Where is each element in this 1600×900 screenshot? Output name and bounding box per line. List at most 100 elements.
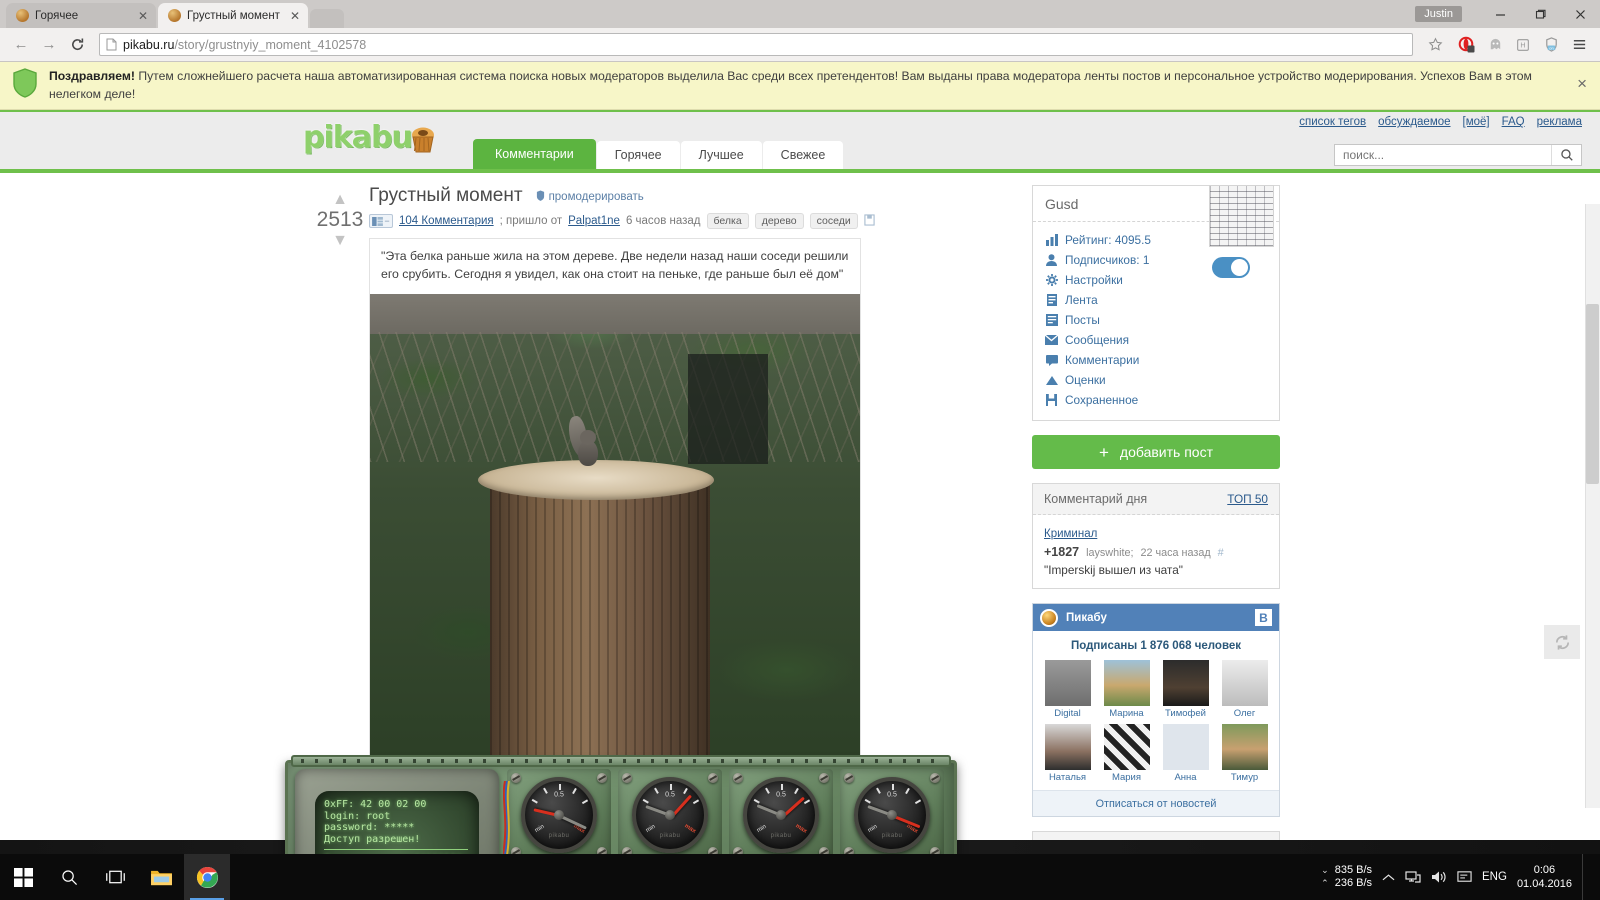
browser-tab-1[interactable]: Горячее ✕ bbox=[6, 3, 156, 28]
vk-badge-icon[interactable]: B bbox=[1255, 609, 1272, 627]
language-indicator[interactable]: ENG bbox=[1482, 871, 1507, 883]
post-tag[interactable]: белка bbox=[706, 213, 749, 230]
network-speed-indicator: ⌄ ⌃ 835 B/s 236 B/s bbox=[1321, 864, 1372, 890]
minimize-button[interactable] bbox=[1480, 0, 1520, 28]
page-scrollbar[interactable] bbox=[1585, 204, 1600, 809]
reload-icon[interactable] bbox=[64, 32, 90, 58]
cotd-top50-link[interactable]: ТОП 50 bbox=[1227, 492, 1268, 506]
new-tab-button[interactable] bbox=[310, 9, 344, 28]
header-top-links: список тегов обсуждаемое [моё] FAQ рекла… bbox=[1299, 116, 1582, 128]
vk-member[interactable]: Марина bbox=[1100, 660, 1153, 719]
clock[interactable]: 0:06 01.04.2016 bbox=[1517, 863, 1572, 891]
sidebar-item-posts[interactable]: Посты bbox=[1033, 310, 1279, 330]
meta-prefix: ; пришло от bbox=[499, 215, 563, 228]
pikabu-logo[interactable]: pikabu bbox=[303, 120, 440, 155]
cotd-author[interactable]: layswhite; bbox=[1086, 547, 1133, 559]
url-path: /story/grustnyiy_moment_4102578 bbox=[174, 37, 367, 52]
window-controls: Justin bbox=[1415, 0, 1600, 28]
scrollbar-thumb[interactable] bbox=[1586, 304, 1599, 485]
vk-member[interactable]: Тимур bbox=[1218, 724, 1271, 783]
search-box[interactable] bbox=[1334, 144, 1582, 167]
network-icon[interactable] bbox=[1405, 870, 1421, 884]
tab-close-icon[interactable]: ✕ bbox=[138, 9, 148, 23]
link-faq[interactable]: FAQ bbox=[1502, 116, 1525, 128]
vk-member-name: Наталья bbox=[1048, 772, 1087, 784]
page-thumbnail[interactable] bbox=[1209, 185, 1274, 248]
profile-chip[interactable]: Justin bbox=[1415, 6, 1462, 22]
upvote-icon[interactable]: ▲ bbox=[313, 192, 367, 208]
post-tag[interactable]: дерево bbox=[754, 213, 804, 230]
vk-group-name[interactable]: Пикабу bbox=[1066, 612, 1107, 624]
vk-member[interactable]: Олег bbox=[1218, 660, 1271, 719]
forward-arrow-icon[interactable]: → bbox=[36, 32, 62, 58]
link-obsuzhdaemoe[interactable]: обсуждаемое bbox=[1378, 116, 1450, 128]
chevron-up-icon[interactable] bbox=[1382, 873, 1395, 882]
comments-link[interactable]: 104 Комментария bbox=[399, 215, 494, 227]
close-button[interactable] bbox=[1560, 0, 1600, 28]
file-explorer-icon[interactable] bbox=[138, 854, 184, 900]
tab-luchshee[interactable]: Лучшее bbox=[680, 141, 762, 170]
link-moyo[interactable]: [моё] bbox=[1463, 116, 1490, 128]
vk-member[interactable]: Тимофей bbox=[1159, 660, 1212, 719]
vk-member[interactable]: Мария bbox=[1100, 724, 1153, 783]
chrome-icon[interactable] bbox=[184, 854, 230, 900]
link-spisok-tegov[interactable]: список тегов bbox=[1299, 116, 1366, 128]
adguard-icon[interactable]: on bbox=[1538, 32, 1564, 58]
sidebar-item-comments[interactable]: Комментарии bbox=[1033, 350, 1279, 370]
ghostery-icon[interactable] bbox=[1482, 32, 1508, 58]
user-name[interactable]: Gusd bbox=[1045, 196, 1078, 212]
tab-goryachee[interactable]: Горячее bbox=[596, 141, 680, 170]
cotd-permalink-icon[interactable]: # bbox=[1218, 547, 1224, 559]
sidebar-item-ratings[interactable]: Оценки bbox=[1033, 370, 1279, 390]
sidebar-item-feed[interactable]: Лента bbox=[1033, 290, 1279, 310]
opera-vpn-icon[interactable] bbox=[1454, 32, 1480, 58]
cotd-category-link[interactable]: Криминал bbox=[1044, 528, 1097, 540]
vk-unsubscribe-link[interactable]: Отписаться от новостей bbox=[1033, 790, 1279, 817]
search-icon[interactable] bbox=[1551, 145, 1581, 166]
cotd-score: +1827 bbox=[1044, 545, 1080, 560]
sidebar-item-messages[interactable]: Сообщения bbox=[1033, 330, 1279, 350]
action-center-icon[interactable] bbox=[1457, 870, 1472, 884]
posts-icon bbox=[1045, 314, 1058, 327]
clock-time: 0:06 bbox=[1533, 864, 1556, 876]
search-input[interactable] bbox=[1335, 145, 1551, 166]
link-reklama[interactable]: реклама bbox=[1537, 116, 1582, 128]
author-link[interactable]: Palpat1ne bbox=[568, 215, 620, 227]
post-image[interactable] bbox=[370, 294, 860, 765]
volume-icon[interactable] bbox=[1431, 870, 1447, 884]
browser-menu-icon[interactable] bbox=[1566, 32, 1592, 58]
post-meta: − 104 Комментария ; пришло от Palpat1ne … bbox=[369, 213, 903, 230]
refresh-icon[interactable] bbox=[1544, 625, 1580, 660]
windows-start-icon[interactable] bbox=[0, 854, 46, 900]
sidebar-item-saved[interactable]: Сохраненное bbox=[1033, 390, 1279, 410]
tab-close-icon[interactable]: ✕ bbox=[290, 9, 300, 23]
post-tag[interactable]: соседи bbox=[809, 213, 858, 230]
browser-tab-2[interactable]: Грустный момент ✕ bbox=[158, 3, 308, 28]
notification-close-icon[interactable]: × bbox=[1577, 75, 1587, 92]
vk-widget: Пикабу B Подписаны 1 876 068 человек Dig… bbox=[1032, 603, 1280, 818]
post-column: ▲ 2513 ▼ Грустный момент промодерировать bbox=[303, 185, 903, 765]
task-view-icon[interactable] bbox=[92, 854, 138, 900]
shield-icon bbox=[12, 68, 38, 103]
vk-member[interactable]: Анна bbox=[1159, 724, 1212, 783]
back-arrow-icon[interactable]: ← bbox=[8, 32, 34, 58]
add-post-button[interactable]: + добавить пост bbox=[1032, 435, 1280, 470]
moderation-device[interactable]: 0xFF: 42 00 02 00 login: root password: … bbox=[285, 755, 957, 869]
downvote-icon[interactable]: ▼ bbox=[313, 233, 367, 249]
save-post-icon[interactable] bbox=[864, 214, 875, 229]
address-bar[interactable]: pikabu.ru/story/grustnyiy_moment_4102578 bbox=[99, 33, 1413, 56]
tab-svezhee[interactable]: Свежее bbox=[762, 141, 844, 170]
bookmark-star-icon[interactable] bbox=[1422, 32, 1448, 58]
maximize-button[interactable] bbox=[1520, 0, 1560, 28]
toggle-switch[interactable] bbox=[1212, 257, 1250, 279]
vk-member[interactable]: Digital bbox=[1041, 660, 1094, 719]
search-icon[interactable] bbox=[46, 854, 92, 900]
moderate-link[interactable]: промодерировать bbox=[536, 190, 644, 204]
view-toggle-icon[interactable]: − bbox=[369, 214, 393, 229]
moderator-notification-banner: Поздравляем! Путем сложнейшего расчета н… bbox=[0, 62, 1600, 111]
hola-icon[interactable]: H bbox=[1510, 32, 1536, 58]
vk-member[interactable]: Наталья bbox=[1041, 724, 1094, 783]
dial-face: 0.5 min max pikabu bbox=[632, 777, 708, 854]
show-desktop-button[interactable] bbox=[1582, 854, 1590, 900]
tab-kommentarii[interactable]: Комментарии bbox=[473, 139, 596, 170]
